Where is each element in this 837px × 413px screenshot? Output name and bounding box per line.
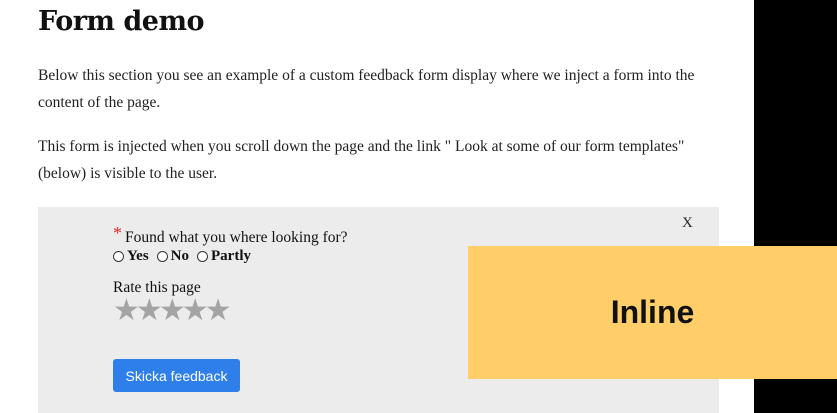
required-marker: * — [113, 223, 122, 243]
info-paragraph: This form is injected when you scroll do… — [38, 138, 685, 182]
option-yes[interactable]: Yes — [113, 248, 149, 265]
radio-unchecked-icon[interactable] — [197, 251, 209, 262]
option-partly[interactable]: Partly — [197, 248, 251, 265]
option-label: Partly — [211, 248, 251, 264]
page-title: Form demo — [38, 6, 205, 37]
answer-options: Yes No Partly — [113, 248, 259, 265]
star-rating[interactable]: ★ ★ ★ ★ ★ — [113, 292, 232, 330]
close-button[interactable]: X — [682, 215, 693, 232]
question-text: Found what you where looking for? — [125, 229, 348, 246]
radio-unchecked-icon[interactable] — [156, 251, 168, 262]
option-label: No — [170, 248, 190, 264]
submit-feedback-button[interactable]: Skicka feedback — [113, 359, 240, 392]
inline-label-banner: Inline — [468, 246, 837, 379]
question-label: * Found what you where looking for? — [113, 223, 348, 247]
intro-paragraph: Below this section you see an example of… — [38, 67, 695, 111]
star-icon[interactable]: ★ — [205, 292, 232, 330]
banner-label: Inline — [610, 294, 695, 330]
option-label: Yes — [127, 248, 149, 264]
option-no[interactable]: No — [156, 248, 190, 265]
radio-unchecked-icon[interactable] — [113, 251, 124, 262]
